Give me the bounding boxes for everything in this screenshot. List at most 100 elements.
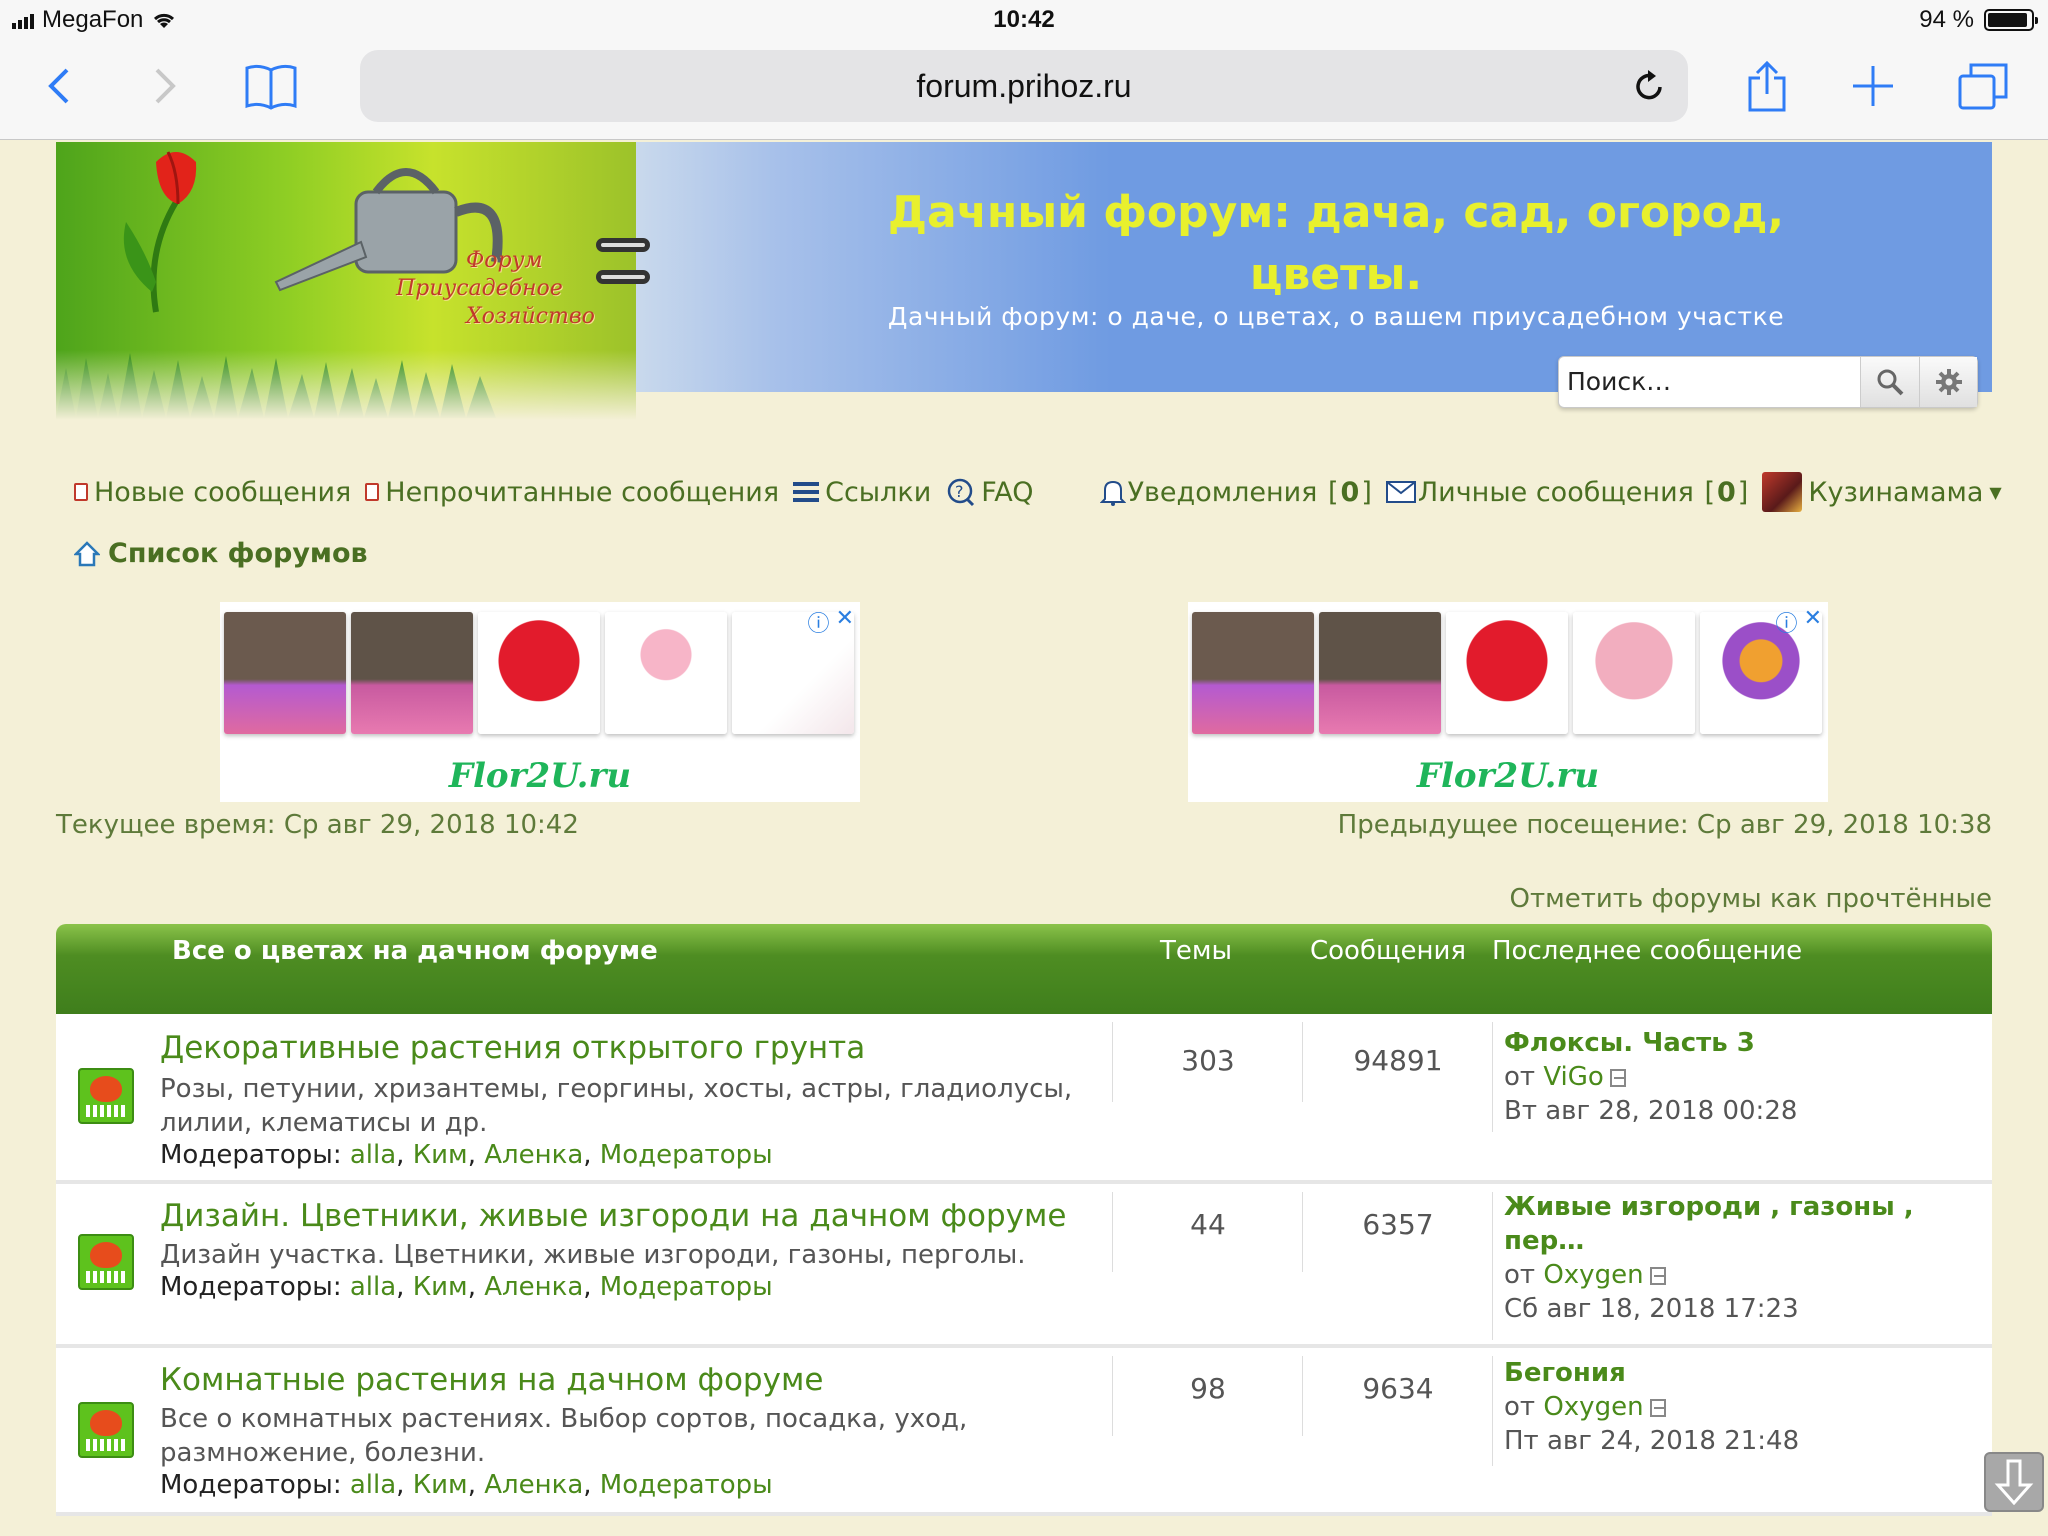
column-divider	[1112, 1356, 1113, 1436]
close-icon[interactable]: ✕	[836, 606, 854, 638]
moderator-link[interactable]: Аленка	[484, 1470, 583, 1500]
moderator-link[interactable]: Ким	[413, 1470, 468, 1500]
moderator-link[interactable]: Ким	[413, 1272, 468, 1302]
topics-count: 98	[1190, 1372, 1226, 1405]
unread-posts-link[interactable]: Непрочитанные сообщения	[365, 477, 779, 508]
browser-toolbar: forum.prihoz.ru	[0, 42, 2048, 140]
moderator-link[interactable]: alla	[350, 1470, 396, 1500]
faq-link[interactable]: ? FAQ	[945, 477, 1034, 508]
goto-post-icon[interactable]	[1609, 1068, 1626, 1087]
last-post-date: Пт авг 24, 2018 21:48	[1504, 1426, 1800, 1456]
moderator-link[interactable]: Аленка	[484, 1272, 583, 1302]
links-label: Ссылки	[825, 476, 932, 508]
list-icon	[793, 482, 820, 502]
bookmarks-button[interactable]	[236, 56, 306, 116]
close-icon[interactable]: ✕	[1804, 606, 1822, 638]
address-bar[interactable]: forum.prihoz.ru	[360, 50, 1688, 122]
links-menu[interactable]: Ссылки	[793, 477, 931, 508]
forward-button[interactable]	[130, 56, 200, 116]
forum-description: Розы, петунии, хризантемы, георгины, хос…	[160, 1074, 1073, 1138]
forum-moderators: Модераторы: alla, Ким, Аленка, Модератор…	[160, 1470, 773, 1500]
username: Кузинамама	[1808, 476, 1984, 508]
notifications-label: Уведомления	[1127, 476, 1318, 508]
moderator-link[interactable]: Аленка	[484, 1140, 583, 1170]
moderator-link[interactable]: Модераторы	[600, 1470, 773, 1500]
notifications-count: 0	[1340, 476, 1360, 508]
arrow-down-icon	[1994, 1459, 2034, 1505]
moderator-link[interactable]: Модераторы	[600, 1140, 773, 1170]
ad-banner-right[interactable]: Flor2U.ru ⓘ ✕	[1188, 602, 1828, 802]
notifications-close-bracket: ]	[1361, 476, 1372, 508]
column-divider	[1112, 1022, 1113, 1102]
moderator-link[interactable]: Ким	[413, 1140, 468, 1170]
col-topics: Темы	[1160, 936, 1233, 966]
last-post-title[interactable]: Бегония	[1504, 1356, 1944, 1390]
forum-moderators: Модераторы: alla, Ким, Аленка, Модератор…	[160, 1272, 773, 1302]
tabs-button[interactable]	[1948, 56, 2018, 116]
ad-thumb-roses	[478, 612, 600, 734]
last-post-author[interactable]: Oxygen	[1543, 1392, 1643, 1422]
col-posts: Сообщения	[1310, 936, 1467, 966]
moderator-link[interactable]: Модераторы	[600, 1272, 773, 1302]
forum-icon	[78, 1068, 134, 1124]
back-button[interactable]	[24, 56, 94, 116]
last-post-author-line: от ViGo	[1504, 1060, 1944, 1094]
goto-post-icon[interactable]	[1649, 1398, 1666, 1417]
last-post-author[interactable]: Oxygen	[1543, 1260, 1643, 1290]
user-menu[interactable]: Кузинамама ▼	[1762, 472, 2002, 512]
column-divider	[1302, 1192, 1303, 1272]
search-icon	[1877, 369, 1904, 396]
posts-count: 94891	[1353, 1044, 1443, 1077]
envelope-icon	[1385, 481, 1416, 503]
moderator-link[interactable]: alla	[350, 1272, 396, 1302]
forum-title[interactable]: Декоративные растения открытого грунта	[160, 1030, 865, 1066]
forum-description: Дизайн участка. Цветники, живые изгороди…	[160, 1240, 1026, 1270]
last-post-author[interactable]: ViGo	[1543, 1062, 1604, 1092]
reload-icon	[1636, 70, 1662, 100]
share-button[interactable]	[1732, 56, 1802, 116]
search-button[interactable]	[1861, 357, 1919, 407]
private-messages-link[interactable]: Личные сообщения [0]	[1385, 476, 1748, 508]
forum-title[interactable]: Комнатные растения на дачном форуме	[160, 1362, 823, 1398]
nav-bar: Новые сообщения Непрочитанные сообщения …	[74, 462, 2002, 522]
info-icon[interactable]: ⓘ	[1776, 606, 1798, 638]
forum-icon	[78, 1234, 134, 1290]
new-tab-button[interactable]	[1838, 56, 1908, 116]
help-icon: ?	[948, 478, 975, 507]
pm-count: 0	[1717, 476, 1736, 508]
site-title[interactable]: Дачный форум: дача, сад, огород, цветы.	[886, 182, 1786, 306]
by-label: от	[1504, 1062, 1536, 1092]
plus-icon	[1853, 66, 1893, 106]
scroll-down-button[interactable]	[1984, 1452, 2044, 1512]
table-row: Комнатные растения на дачном форуме Все …	[56, 1348, 1992, 1516]
reload-button[interactable]	[1630, 66, 1670, 106]
last-post-title[interactable]: Флоксы. Часть 3	[1504, 1026, 1944, 1060]
ad-thumb-bouquet	[1573, 612, 1695, 734]
category-title[interactable]: Все о цветах на дачном форуме	[172, 936, 658, 966]
forum-list-link[interactable]: Список форумов	[74, 538, 368, 569]
chevron-right-icon	[155, 68, 176, 104]
search-input[interactable]: Поиск…	[1559, 357, 1861, 407]
column-divider	[1492, 1356, 1493, 1466]
notifications-link[interactable]: Уведомления [0]	[1099, 476, 1372, 508]
mark-forums-read-link[interactable]: Отметить форумы как прочтённые	[1510, 884, 1992, 914]
forum-header: Форум Приусадебное Хозяйство Дачный фору…	[56, 142, 1992, 420]
battery-percent: 94 %	[1919, 6, 1974, 33]
column-divider	[1492, 1192, 1493, 1340]
forum-title[interactable]: Дизайн. Цветники, живые изгороди на дачн…	[160, 1198, 1066, 1234]
ad-thumbnails	[224, 612, 854, 734]
advanced-search-button[interactable]	[1919, 357, 1977, 407]
moderator-link[interactable]: alla	[350, 1140, 396, 1170]
goto-post-icon[interactable]	[1649, 1266, 1666, 1285]
ad-banner-left[interactable]: Flor2U.ru ⓘ ✕	[220, 602, 860, 802]
info-icon[interactable]: ⓘ	[808, 606, 830, 638]
ad-thumb-bouquet	[605, 612, 727, 734]
svg-text:?: ?	[955, 482, 964, 501]
new-posts-link[interactable]: Новые сообщения	[74, 477, 351, 508]
last-post-title[interactable]: Живые изгороди , газоны , пер…	[1504, 1190, 1944, 1258]
document-icon	[365, 483, 380, 501]
ad-thumb-sign	[224, 612, 346, 734]
last-post: Бегония от Oxygen Пт авг 24, 2018 21:48	[1504, 1356, 1944, 1458]
column-divider	[1112, 1192, 1113, 1272]
gear-icon	[1935, 369, 1962, 395]
